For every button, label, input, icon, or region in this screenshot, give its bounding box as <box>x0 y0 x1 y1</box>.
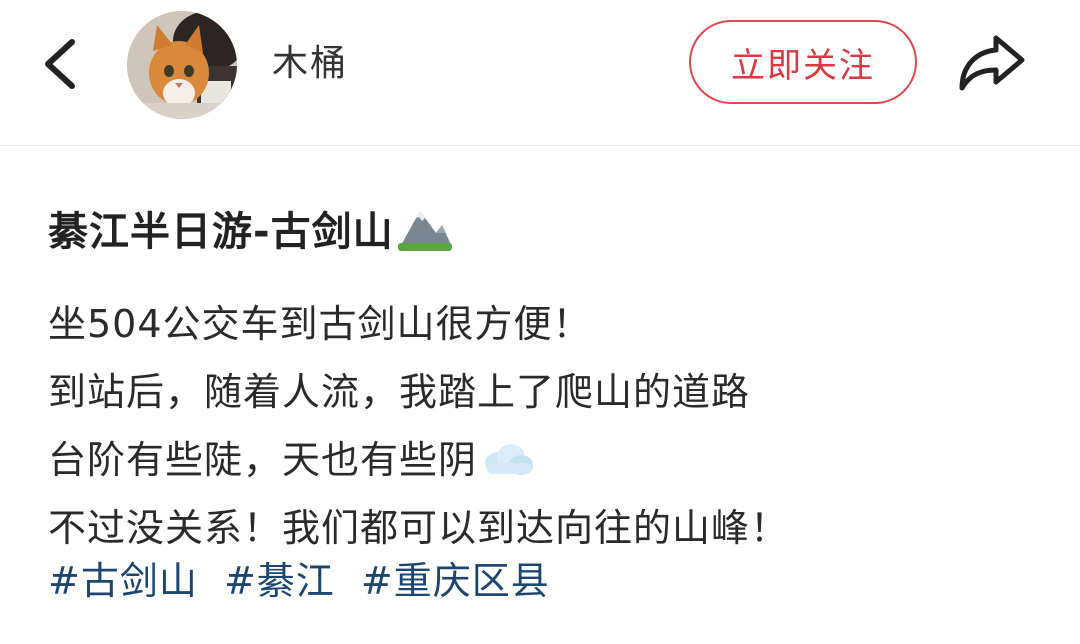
username[interactable]: 木桶 <box>272 38 348 90</box>
note-title: 綦江半日游-古剑山 <box>48 202 454 262</box>
tag-link[interactable]: #綦江 <box>224 559 335 603</box>
note-title-text: 綦江半日游-古剑山 <box>48 209 394 255</box>
note-line: 坐504公交车到古剑山很方便！ <box>48 302 592 346</box>
tag-list: #古剑山 #綦江 #重庆区县 <box>48 552 564 610</box>
note-page: 木桶 立即关注 綦江半日游-古剑山 坐504公交车到古剑山很方便！ 到站后，随着… <box>0 0 1080 644</box>
cloud-emoji <box>479 432 535 475</box>
chevron-left-icon <box>45 39 75 89</box>
avatar-image <box>127 11 237 119</box>
note-line: 台阶有些陡，天也有些阴 <box>48 426 1048 494</box>
note-line: 到站后，随着人流，我踏上了爬山的道路 <box>48 370 751 414</box>
avatar[interactable] <box>127 11 237 119</box>
tag-link[interactable]: #重庆区县 <box>361 559 550 603</box>
share-arrow-icon <box>959 35 1025 91</box>
mountain-emoji <box>396 203 454 253</box>
back-button[interactable] <box>34 34 90 94</box>
follow-button[interactable]: 立即关注 <box>689 20 917 104</box>
top-bar: 木桶 立即关注 <box>0 0 1080 146</box>
share-button[interactable] <box>952 28 1032 96</box>
note-body: 坐504公交车到古剑山很方便！ 到站后，随着人流，我踏上了爬山的道路 台阶有些陡… <box>48 290 1048 562</box>
note-line-text: 台阶有些陡，天也有些阴 <box>48 438 478 482</box>
tag-link[interactable]: #古剑山 <box>48 559 198 603</box>
